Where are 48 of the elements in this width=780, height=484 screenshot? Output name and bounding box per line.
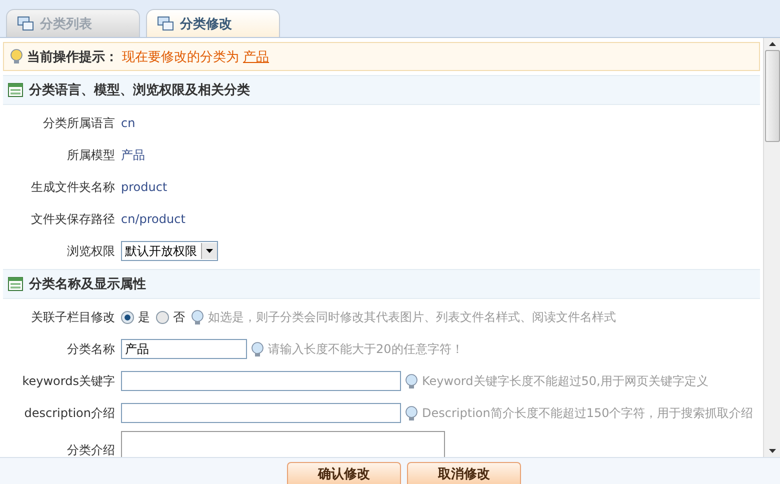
down-arrow-icon <box>768 449 776 453</box>
up-arrow-icon <box>768 42 776 46</box>
radio-label: 是 <box>138 308 150 326</box>
form-icon <box>8 83 23 97</box>
field-value: cn/product <box>121 212 186 226</box>
lightbulb-icon <box>405 406 418 420</box>
field-label: 分类介绍 <box>66 442 115 457</box>
field-label: 关联子栏目修改 <box>30 308 115 326</box>
section-title: 分类名称及显示属性 <box>29 276 146 293</box>
monitor-icon <box>17 16 34 31</box>
input-field[interactable] <box>121 371 401 391</box>
hint-text: Description简介长度不能超过150个字符，用于搜索抓取介绍 <box>422 404 754 422</box>
hint-text: Keyword关键字长度不能超过50,用于网页关键字定义 <box>422 372 708 390</box>
action-button[interactable]: 取消修改 <box>407 462 521 484</box>
radio-label: 否 <box>173 308 185 326</box>
monitor-icon <box>157 16 174 31</box>
field-label: 分类名称 <box>66 340 115 358</box>
tab[interactable]: 分类修改 <box>146 9 280 37</box>
field-label: description介绍 <box>23 404 115 422</box>
section-title: 分类语言、模型、浏览权限及相关分类 <box>29 82 250 99</box>
category-link[interactable]: 产品 <box>243 48 269 66</box>
field-label: keywords关键字 <box>21 372 115 390</box>
radio-button[interactable] <box>156 310 169 324</box>
field-label: 浏览权限 <box>66 242 115 260</box>
action-button[interactable]: 确认修改 <box>287 462 401 484</box>
field-label: 所属模型 <box>66 146 115 164</box>
lightbulb-icon <box>10 49 23 64</box>
field-value: 产品 <box>121 146 146 164</box>
hint-text: 如选是，则子分类会同时修改其代表图片、列表文件名样式、阅读文件名样式 <box>208 308 616 326</box>
lightbulb-icon <box>405 374 418 388</box>
caret-icon <box>206 249 213 253</box>
form-icon <box>8 277 23 291</box>
radio-button[interactable] <box>121 310 134 324</box>
field-label: 分类所属语言 <box>42 114 115 132</box>
lightbulb-icon <box>251 342 264 356</box>
scrollbar[interactable] <box>763 38 780 457</box>
notice-label: 当前操作提示： <box>27 48 118 66</box>
notice-text: 现在要修改的分类为 <box>122 48 239 66</box>
field-label: 文件夹保存路径 <box>30 210 115 228</box>
scrollbar-thumb[interactable] <box>764 50 780 142</box>
hint-text: 请输入长度不能大于20的任意字符！ <box>268 340 464 358</box>
input-field[interactable] <box>121 403 401 423</box>
field-value: cn <box>121 116 136 130</box>
permission-select[interactable]: 默认开放权限 <box>121 241 218 261</box>
field-value: product <box>121 180 168 194</box>
lightbulb-icon <box>191 310 204 324</box>
input-field[interactable]: 产品 <box>121 339 247 359</box>
field-label: 生成文件夹名称 <box>30 178 115 196</box>
